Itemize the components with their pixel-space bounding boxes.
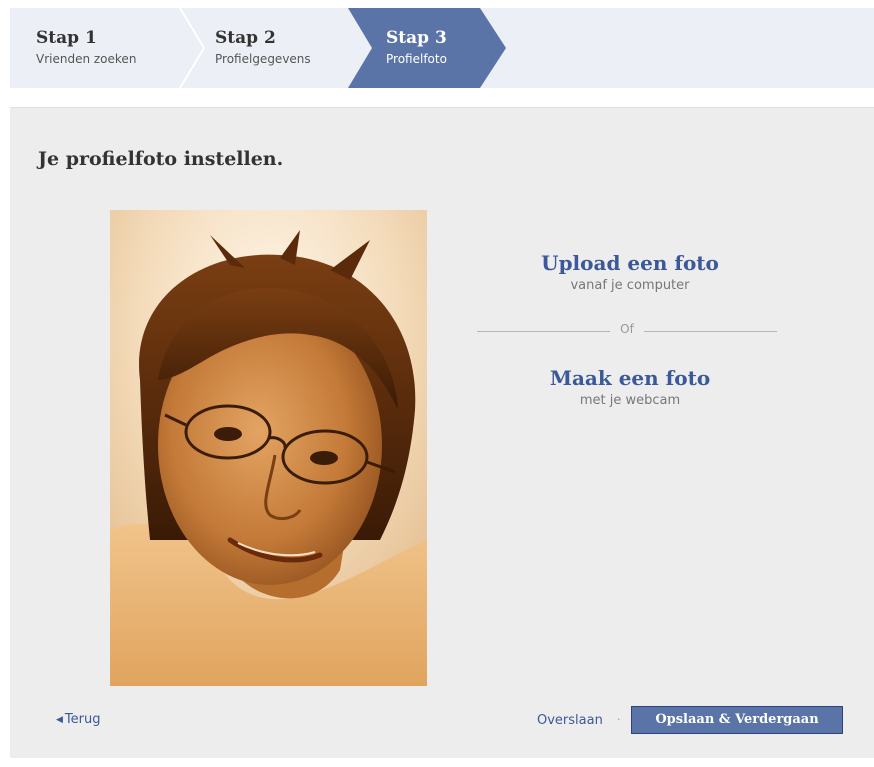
step-3-label: Stap 3 (386, 28, 447, 48)
skip-link[interactable]: Overslaan (537, 713, 603, 728)
step-1-label: Stap 1 (36, 28, 97, 48)
step-2-sub: Profielgegevens (215, 52, 311, 66)
step-2-label: Stap 2 (215, 28, 276, 48)
divider-line-right (644, 331, 777, 332)
triangle-left-icon: ◀ (56, 715, 63, 725)
or-divider: Of (477, 322, 777, 336)
page-title: Je profielfoto instellen. (38, 148, 284, 170)
step-3-sub: Profielfoto (386, 52, 447, 66)
back-link[interactable]: ◀ Terug (56, 712, 101, 727)
upload-photo-hint: vanaf je computer (570, 278, 690, 293)
webcam-photo-option: Maak een foto met je webcam (480, 366, 780, 408)
take-photo-link[interactable]: Maak een foto (480, 366, 780, 390)
active-step-arrow (348, 8, 506, 88)
separator-dot: · (617, 713, 621, 726)
step-separator-1 (179, 8, 206, 88)
take-photo-hint: met je webcam (579, 393, 681, 408)
profile-photo-panel: Je profielfoto instellen. Upload een fot… (10, 107, 874, 758)
upload-photo-option: Upload een foto vanaf je computer (480, 251, 780, 293)
or-label: Of (620, 322, 634, 336)
save-continue-button[interactable]: Opslaan & Verdergaan (631, 706, 843, 734)
back-label: Terug (64, 712, 101, 727)
step-wizard: Stap 1 Vrienden zoeken Stap 2 Profielgeg… (10, 8, 874, 88)
portrait-illustration (110, 210, 427, 686)
profile-photo (110, 210, 427, 686)
step-1-sub: Vrienden zoeken (36, 52, 137, 66)
upload-photo-link[interactable]: Upload een foto (480, 251, 780, 275)
